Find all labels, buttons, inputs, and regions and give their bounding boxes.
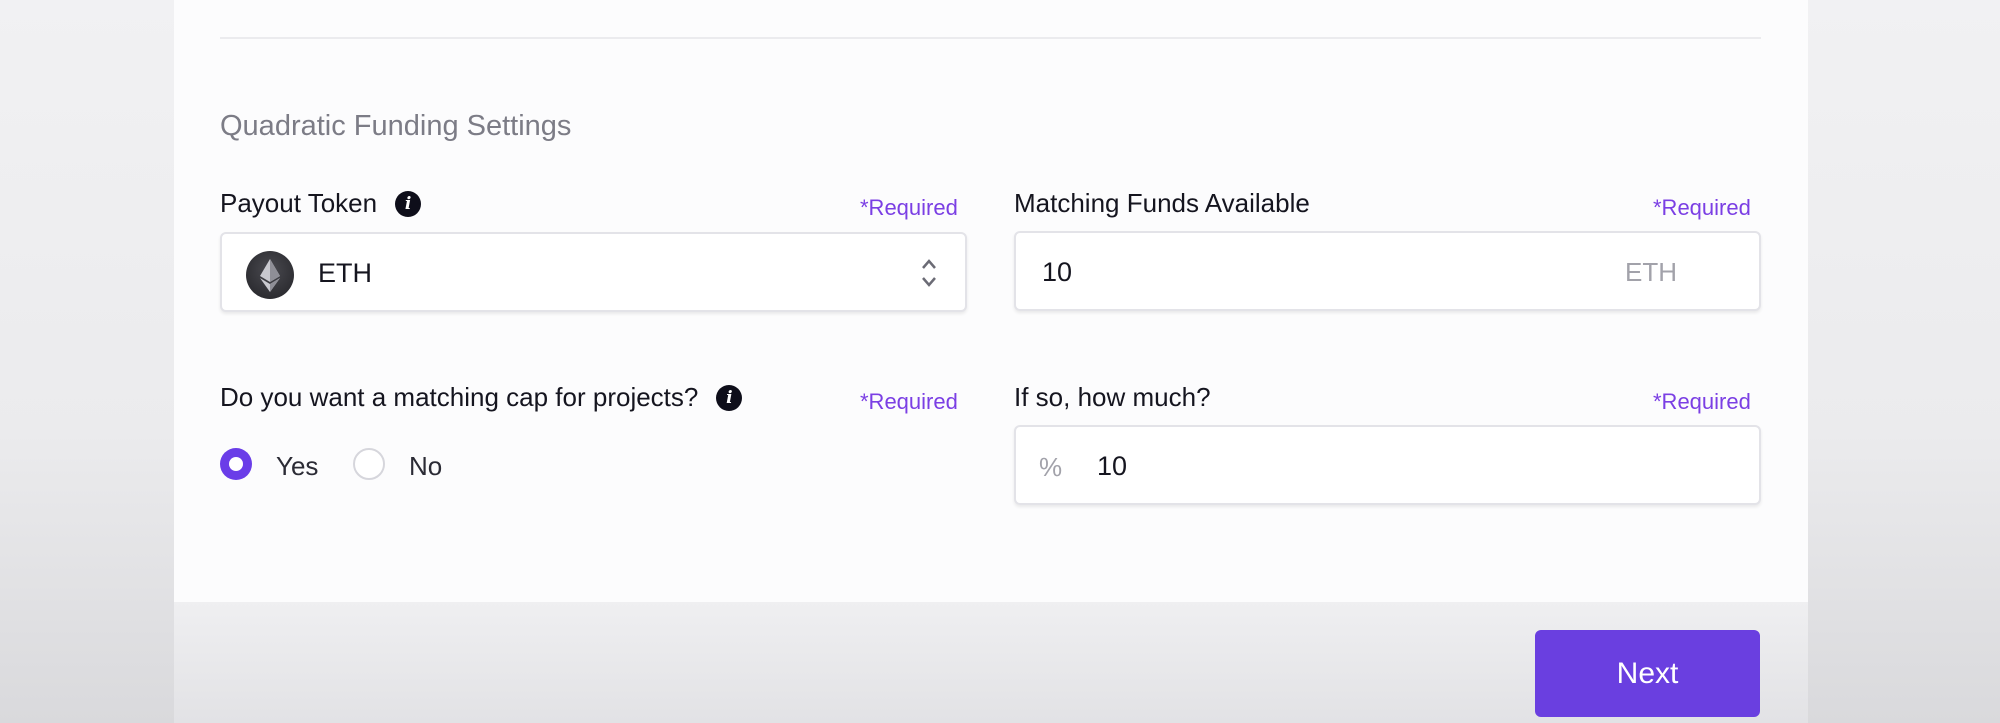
payout-token-required: *Required xyxy=(860,195,958,220)
payout-token-label-row: Payout Token i xyxy=(220,188,422,219)
info-icon[interactable]: i xyxy=(716,384,743,411)
payout-token-select[interactable]: ETH xyxy=(220,232,967,312)
matching-funds-suffix: ETH xyxy=(1625,257,1677,287)
cap-amount-prefix: % xyxy=(1039,452,1063,482)
radio-yes-label[interactable]: Yes xyxy=(276,451,318,482)
payout-token-value: ETH xyxy=(318,258,372,288)
matching-funds-required: *Required xyxy=(1653,195,1751,220)
cap-amount-label: If so, how much? xyxy=(1014,382,1211,412)
radio-no[interactable] xyxy=(353,448,385,480)
cap-amount-value: 10 xyxy=(1097,451,1128,481)
matching-funds-label: Matching Funds Available xyxy=(1014,188,1310,218)
radio-yes[interactable] xyxy=(220,448,252,480)
section-title: Quadratic Funding Settings xyxy=(220,110,572,142)
matching-funds-label-row: Matching Funds Available xyxy=(1014,188,1310,219)
matching-funds-input[interactable]: 10 ETH xyxy=(1014,231,1761,311)
chevron-updown-icon xyxy=(922,259,936,287)
payout-token-label: Payout Token xyxy=(220,188,378,218)
ethereum-icon xyxy=(246,251,294,299)
cap-amount-required: *Required xyxy=(1653,389,1751,414)
cap-amount-label-row: If so, how much? xyxy=(1014,382,1211,413)
matching-cap-label: Do you want a matching cap for projects? xyxy=(220,382,699,412)
matching-cap-required: *Required xyxy=(860,389,958,414)
cap-amount-input[interactable]: % 10 xyxy=(1014,425,1761,505)
matching-cap-label-row: Do you want a matching cap for projects?… xyxy=(220,382,743,413)
radio-no-label[interactable]: No xyxy=(409,451,442,482)
section-divider xyxy=(220,37,1761,39)
info-icon[interactable]: i xyxy=(395,190,422,217)
next-button[interactable]: Next xyxy=(1535,630,1760,717)
matching-funds-value: 10 xyxy=(1042,257,1073,287)
